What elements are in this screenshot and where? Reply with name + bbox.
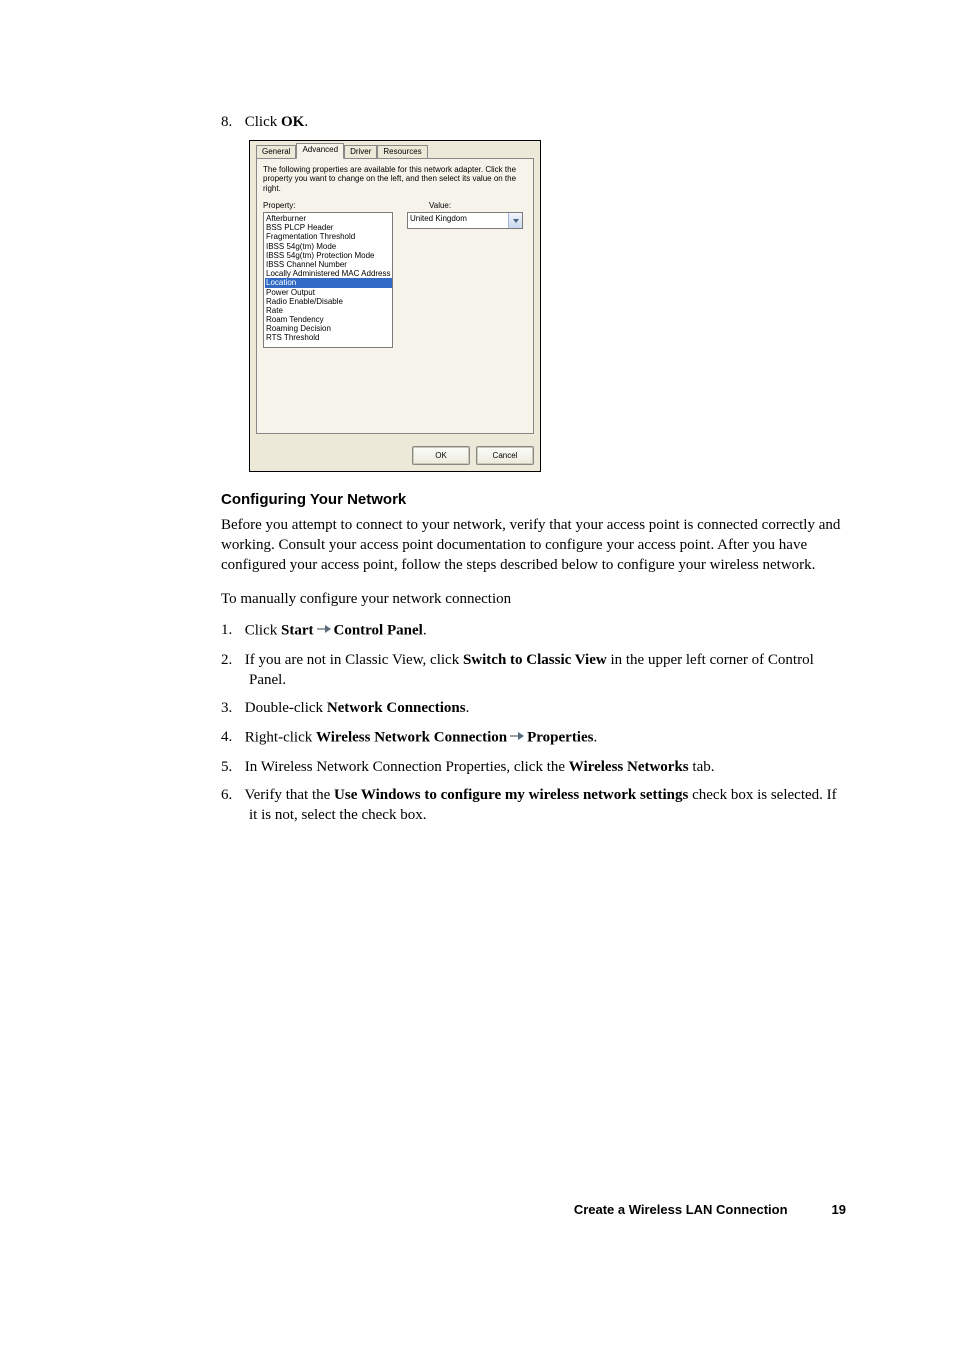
cancel-button[interactable]: Cancel — [476, 446, 534, 465]
tab-body-advanced: The following properties are available f… — [256, 158, 534, 434]
section-heading: Configuring Your Network — [221, 490, 846, 510]
value-combobox-button[interactable] — [508, 213, 522, 228]
tab-resources[interactable]: Resources — [377, 145, 427, 159]
list-item[interactable]: Radio Enable/Disable — [265, 297, 392, 306]
dialog-tabs: General Advanced Driver Resources — [256, 145, 534, 159]
section-lead: To manually configure your network conne… — [221, 589, 846, 609]
tab-general[interactable]: General — [256, 145, 296, 159]
arrow-right-icon — [510, 727, 524, 747]
footer-title: Create a Wireless LAN Connection — [574, 1201, 788, 1219]
page-footer: Create a Wireless LAN Connection 19 — [221, 1201, 846, 1219]
list-item[interactable]: Roam Tendency — [265, 315, 392, 324]
scroll-track[interactable] — [393, 227, 394, 333]
step-3: Double-click Network Connections. — [221, 698, 846, 718]
list-item[interactable]: RTS Threshold — [265, 333, 392, 342]
ok-button[interactable]: OK — [412, 446, 470, 465]
list-item[interactable]: Afterburner — [265, 214, 392, 223]
dialog-button-bar: OK Cancel — [250, 440, 540, 471]
step-4: Right-click Wireless Network ConnectionP… — [221, 727, 846, 749]
value-label: Value: — [429, 201, 451, 210]
step-2: If you are not in Classic View, click Sw… — [221, 650, 846, 691]
chevron-down-icon — [513, 219, 519, 223]
step-6: Verify that the Use Windows to configure… — [221, 785, 846, 826]
value-combobox-text: United Kingdom — [408, 213, 508, 228]
list-item[interactable]: Fragmentation Threshold — [265, 232, 392, 241]
scroll-down-button[interactable] — [393, 333, 394, 347]
scroll-up-button[interactable] — [393, 213, 394, 227]
value-combobox[interactable]: United Kingdom — [407, 212, 523, 229]
properties-dialog: General Advanced Driver Resources The fo… — [249, 140, 541, 472]
property-listbox[interactable]: Afterburner BSS PLCP Header Fragmentatio… — [263, 212, 393, 348]
step-8: 8. Click OK. — [221, 112, 846, 132]
arrow-right-icon — [317, 620, 331, 640]
dialog-description: The following properties are available f… — [263, 165, 527, 193]
list-item[interactable]: Power Output — [265, 288, 392, 297]
listbox-scrollbar[interactable] — [393, 213, 394, 347]
list-item[interactable]: IBSS 54g(tm) Protection Mode — [265, 251, 392, 260]
properties-dialog-screenshot: General Advanced Driver Resources The fo… — [249, 140, 846, 472]
tab-advanced[interactable]: Advanced — [296, 143, 344, 159]
step-8-text-post: . — [304, 114, 308, 130]
page-number: 19 — [832, 1201, 846, 1219]
numbered-steps: Click StartControl Panel. If you are not… — [221, 620, 846, 826]
property-label: Property: — [263, 201, 415, 210]
list-item[interactable]: IBSS 54g(tm) Mode — [265, 242, 392, 251]
list-item-selected[interactable]: Location — [265, 278, 392, 287]
tab-driver[interactable]: Driver — [344, 145, 377, 159]
list-item[interactable]: Locally Administered MAC Address — [265, 269, 392, 278]
list-item[interactable]: BSS PLCP Header — [265, 223, 392, 232]
step-1: Click StartControl Panel. — [221, 620, 846, 642]
section-intro: Before you attempt to connect to your ne… — [221, 515, 846, 576]
step-8-number: 8. — [221, 112, 241, 132]
list-item[interactable]: Roaming Decision — [265, 324, 392, 333]
list-item[interactable]: IBSS Channel Number — [265, 260, 392, 269]
step-5: In Wireless Network Connection Propertie… — [221, 757, 846, 777]
step-8-text-pre: Click — [245, 114, 281, 130]
step-8-text-bold: OK — [281, 114, 304, 130]
list-item[interactable]: Rate — [265, 306, 392, 315]
